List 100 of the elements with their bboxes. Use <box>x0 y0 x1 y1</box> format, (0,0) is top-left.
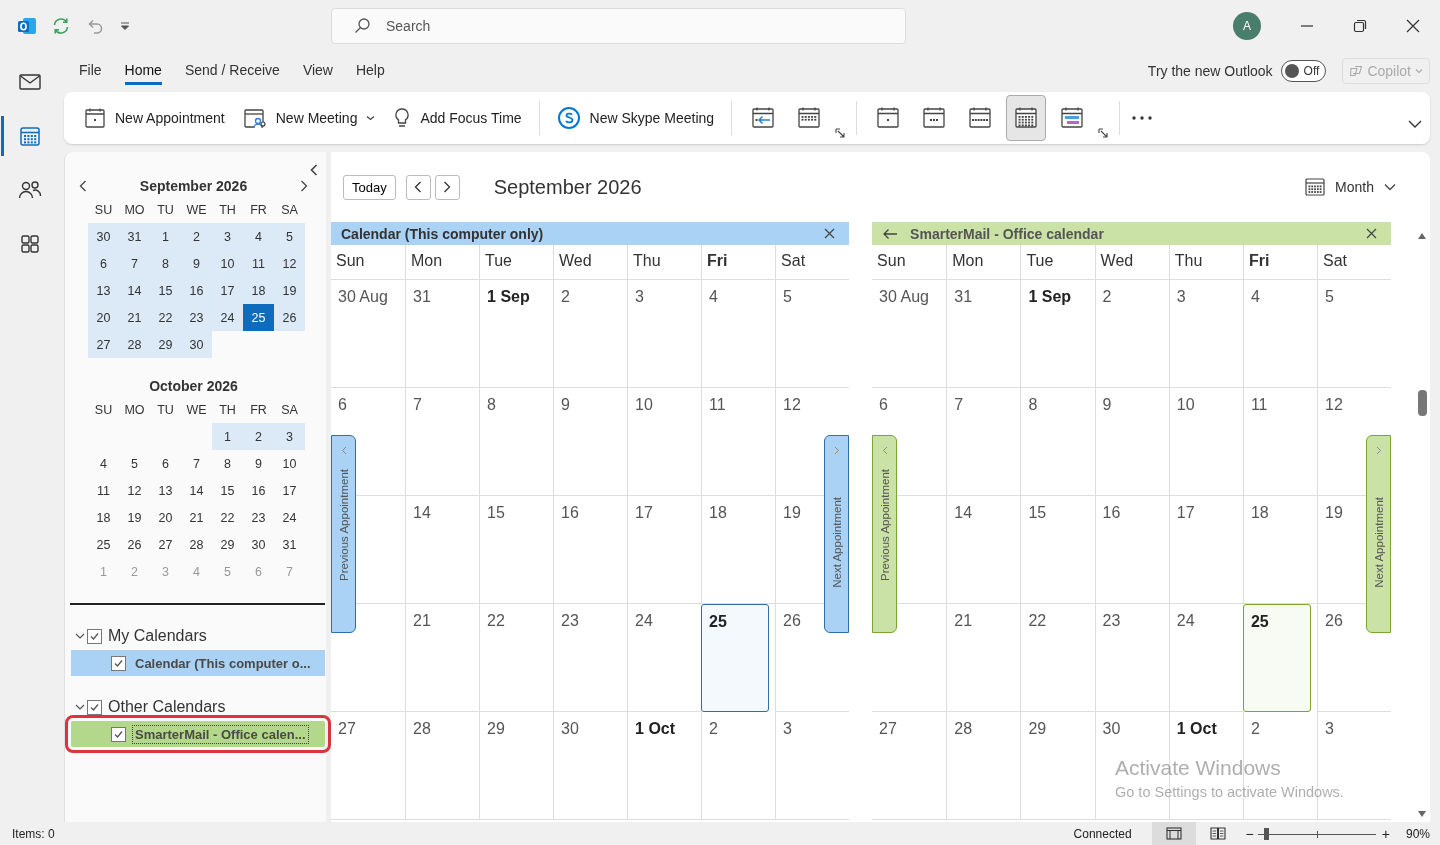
date-cell[interactable]: 25 <box>88 531 119 558</box>
date-cell[interactable]: 2 <box>243 423 274 450</box>
today-cell[interactable]: 25 <box>1242 604 1312 712</box>
calendar-group[interactable]: Other Calendars <box>73 696 326 718</box>
date-cell[interactable]: 1 <box>212 423 243 450</box>
new-outlook-toggle[interactable]: Off <box>1280 60 1327 82</box>
date-label[interactable]: 6 <box>879 396 888 413</box>
date-label[interactable]: 4 <box>709 288 718 305</box>
date-label[interactable]: 12 <box>783 396 801 413</box>
date-label[interactable]: 22 <box>1028 612 1047 629</box>
date-cell[interactable]: 29 <box>212 531 243 558</box>
date-cell[interactable]: 1 <box>150 223 181 250</box>
date-label[interactable]: 1 Oct <box>1176 720 1217 737</box>
date-cell[interactable]: 10 <box>212 250 243 277</box>
date-cell[interactable]: 23 <box>243 504 274 531</box>
today-cell[interactable]: 25 <box>701 604 770 712</box>
restore-icon[interactable] <box>1353 19 1367 33</box>
date-label[interactable]: 30 Aug <box>879 288 929 305</box>
date-label[interactable]: 17 <box>635 504 653 521</box>
date-cell[interactable]: 24 <box>274 504 305 531</box>
date-cell[interactable]: 19 <box>274 277 305 304</box>
dialog-launcher-icon[interactable] <box>1098 128 1109 138</box>
date-label[interactable]: 7 <box>954 396 964 413</box>
date-label[interactable]: 2 <box>561 288 570 305</box>
scroll-thumb[interactable] <box>1417 390 1427 416</box>
zoom-out-button[interactable]: − <box>1245 825 1254 842</box>
date-label[interactable]: 31 <box>413 288 431 305</box>
calendar-group[interactable]: My Calendars <box>73 625 326 647</box>
date-cell[interactable]: 16 <box>181 277 212 304</box>
scroll-up-icon[interactable] <box>1417 232 1428 240</box>
date-cell[interactable]: 30 <box>243 531 274 558</box>
date-cell[interactable]: 21 <box>181 504 212 531</box>
date-label[interactable]: 10 <box>1176 396 1195 413</box>
date-cell[interactable]: 30 <box>181 331 212 358</box>
date-label[interactable]: 29 <box>1028 720 1047 737</box>
date-label[interactable]: 23 <box>1102 612 1121 629</box>
zoom-in-button[interactable]: + <box>1381 825 1390 842</box>
date-label[interactable]: 24 <box>1176 612 1195 629</box>
date-cell[interactable]: 29 <box>150 331 181 358</box>
date-cell[interactable]: 17 <box>274 477 305 504</box>
date-label[interactable]: 22 <box>487 612 505 629</box>
date-cell[interactable]: 12 <box>274 250 305 277</box>
date-label[interactable]: 15 <box>487 504 505 521</box>
date-cell[interactable]: 13 <box>88 277 119 304</box>
date-label[interactable]: 16 <box>561 504 579 521</box>
date-cell[interactable]: 4 <box>88 450 119 477</box>
date-label[interactable]: 12 <box>1325 396 1343 413</box>
date-cell[interactable]: 8 <box>150 250 181 277</box>
date-label[interactable]: 10 <box>635 396 653 413</box>
date-cell[interactable]: 27 <box>88 331 119 358</box>
date-label[interactable]: 24 <box>635 612 653 629</box>
date-cell[interactable]: 3 <box>212 223 243 250</box>
date-cell[interactable]: 14 <box>181 477 212 504</box>
previous-appointment-tab[interactable]: Previous Appointment <box>872 435 898 633</box>
date-cell[interactable]: 25 <box>243 304 274 331</box>
chevron-left-icon[interactable] <box>79 180 87 192</box>
date-label[interactable]: 30 <box>561 720 579 737</box>
date-cell[interactable]: 23 <box>181 304 212 331</box>
date-cell[interactable]: 10 <box>274 450 305 477</box>
chevron-down-icon[interactable] <box>1408 120 1422 128</box>
date-cell[interactable]: 26 <box>274 304 305 331</box>
date-label[interactable]: 9 <box>561 396 570 413</box>
date-cell[interactable]: 30 <box>88 223 119 250</box>
search-field[interactable]: Search <box>331 8 906 44</box>
previous-button[interactable] <box>405 174 431 200</box>
date-cell[interactable]: 21 <box>119 304 150 331</box>
chevron-down-icon[interactable] <box>75 703 85 711</box>
date-label[interactable]: 27 <box>879 720 897 737</box>
date-label[interactable]: 28 <box>954 720 973 737</box>
ribbon-button[interactable]: Add Focus Time <box>387 103 528 133</box>
dialog-launcher-icon[interactable] <box>835 128 846 138</box>
date-label[interactable]: 29 <box>487 720 505 737</box>
date-cell[interactable]: 18 <box>243 277 274 304</box>
close-icon[interactable] <box>1366 228 1378 239</box>
close-icon[interactable] <box>1406 19 1420 33</box>
view-dropdown[interactable]: Month <box>1299 176 1402 198</box>
date-cell[interactable]: 31 <box>274 531 305 558</box>
date-cell[interactable]: 17 <box>212 277 243 304</box>
date-label[interactable]: 15 <box>1028 504 1047 521</box>
more-icon[interactable] <box>1131 115 1154 121</box>
view-button[interactable] <box>1006 95 1047 141</box>
date-label[interactable]: 18 <box>1250 504 1269 521</box>
date-cell[interactable]: 3 <box>274 423 305 450</box>
date-label[interactable]: 28 <box>413 720 431 737</box>
date-cell[interactable]: 20 <box>150 504 181 531</box>
chevron-left-icon[interactable] <box>310 164 318 176</box>
date-label[interactable]: 3 <box>783 720 792 737</box>
date-label[interactable]: 21 <box>413 612 431 629</box>
date-cell[interactable]: 26 <box>119 531 150 558</box>
date-label[interactable]: 1 Oct <box>635 720 676 737</box>
date-label[interactable]: 19 <box>783 504 801 521</box>
date-label[interactable]: 18 <box>709 504 727 521</box>
date-label[interactable]: 21 <box>954 612 973 629</box>
date-label[interactable]: 26 <box>1325 612 1343 629</box>
date-label[interactable]: 26 <box>783 612 801 629</box>
date-cell[interactable]: 5 <box>119 450 150 477</box>
date-label[interactable]: 1 Sep <box>1028 288 1072 305</box>
date-label[interactable]: 17 <box>1176 504 1195 521</box>
date-label[interactable]: 9 <box>1102 396 1112 413</box>
date-cell[interactable]: 19 <box>119 504 150 531</box>
